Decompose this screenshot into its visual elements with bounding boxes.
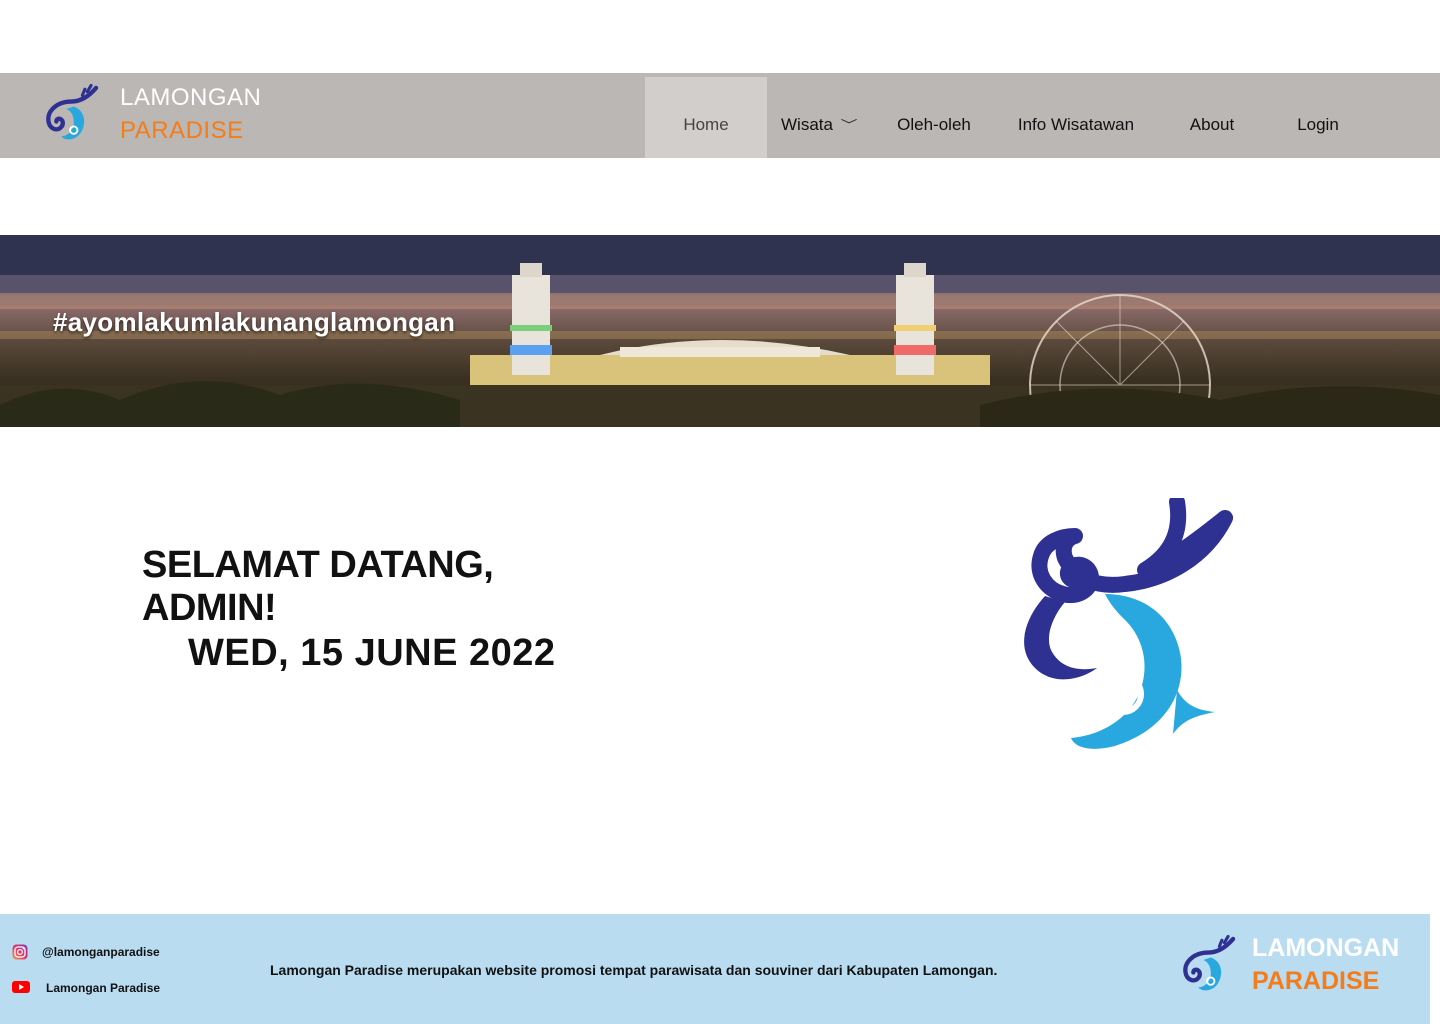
nav-oleh-oleh[interactable]: Oleh-oleh	[884, 77, 984, 158]
nav-info-wisatawan[interactable]: Info Wisatawan	[1005, 77, 1147, 158]
nav-login-label: Login	[1297, 114, 1339, 134]
nav-oleh-oleh-label: Oleh-oleh	[897, 114, 971, 134]
brand-line-1: LAMONGAN	[120, 84, 262, 111]
footer-description: Lamongan Paradise merupakan website prom…	[270, 962, 998, 978]
youtube-link[interactable]: Lamongan Paradise	[12, 980, 160, 996]
banner-hashtag: #ayomlakumlakunanglamongan	[53, 307, 456, 337]
welcome-heading: SELAMAT DATANG, ADMIN!	[142, 544, 494, 629]
brand-name[interactable]: LAMONGAN PARADISE	[120, 81, 261, 147]
instagram-icon	[12, 944, 28, 960]
hero-banner: #ayomlakumlakunanglamongan	[0, 235, 1440, 427]
footer-brand-line-2: PARADISE	[1252, 967, 1380, 995]
nav-login[interactable]: Login	[1280, 77, 1356, 158]
brand-line-2: PARADISE	[120, 117, 244, 144]
youtube-icon	[12, 980, 30, 996]
current-date: WED, 15 JUNE 2022	[188, 632, 556, 674]
nav-wisata-label: Wisata	[781, 114, 833, 134]
fish-logo-icon	[1024, 498, 1233, 749]
fish-logo-icon[interactable]	[38, 83, 102, 145]
youtube-channel: Lamongan Paradise	[46, 981, 161, 995]
nav-about[interactable]: About	[1172, 77, 1252, 158]
footer-brand-line-1: LAMONGAN	[1252, 934, 1400, 962]
nav-wisata[interactable]: Wisata ﹀	[772, 77, 864, 158]
chevron-down-icon: ﹀	[840, 118, 858, 132]
footer: @lamonganparadise Lamongan Paradise Lamo…	[0, 914, 1430, 1024]
nav-home[interactable]: Home	[645, 77, 767, 158]
instagram-handle: @lamonganparadise	[42, 945, 160, 959]
fish-logo-icon[interactable]	[1176, 934, 1238, 996]
navbar: LAMONGAN PARADISE Home Wisata ﹀ Oleh-ole…	[0, 73, 1440, 158]
nav-info-wisatawan-label: Info Wisatawan	[1017, 114, 1135, 134]
nav-about-label: About	[1189, 114, 1235, 134]
instagram-link[interactable]: @lamonganparadise	[12, 944, 160, 960]
nav-home-label: Home	[683, 114, 729, 134]
footer-brand-name[interactable]: LAMONGAN PARADISE	[1252, 932, 1399, 998]
